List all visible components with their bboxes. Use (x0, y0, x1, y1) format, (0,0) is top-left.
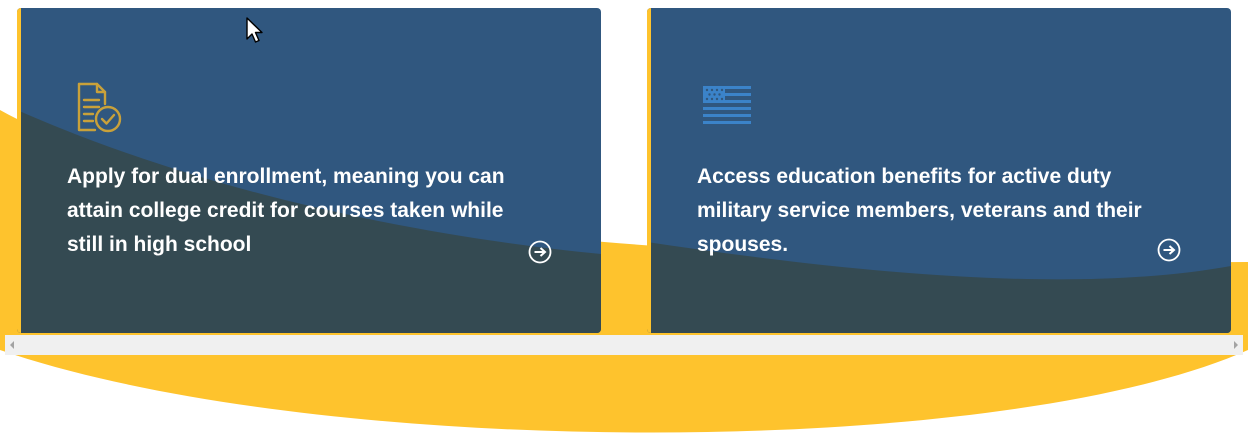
scroll-right-arrow[interactable] (1229, 335, 1243, 355)
horizontal-scrollbar[interactable] (5, 335, 1243, 355)
chevron-right-icon (1234, 341, 1238, 349)
arrow-right-circle-icon[interactable] (1157, 238, 1181, 262)
document-check-icon (77, 82, 122, 133)
chevron-left-icon (10, 341, 14, 349)
arrow-right-circle-icon[interactable] (528, 240, 552, 264)
card-dual-enrollment[interactable]: Apply for dual enrollment, meaning you c… (17, 8, 601, 333)
us-flag-icon (703, 86, 751, 124)
card-military-benefits[interactable]: Access education benefits for active dut… (647, 8, 1231, 333)
mouse-cursor-icon (246, 17, 263, 43)
scroll-left-arrow[interactable] (5, 335, 19, 355)
card-description: Apply for dual enrollment, meaning you c… (67, 165, 505, 256)
card-description: Access education benefits for active dut… (697, 165, 1142, 256)
card-accent-bar (17, 8, 21, 333)
card-accent-bar (647, 8, 651, 333)
